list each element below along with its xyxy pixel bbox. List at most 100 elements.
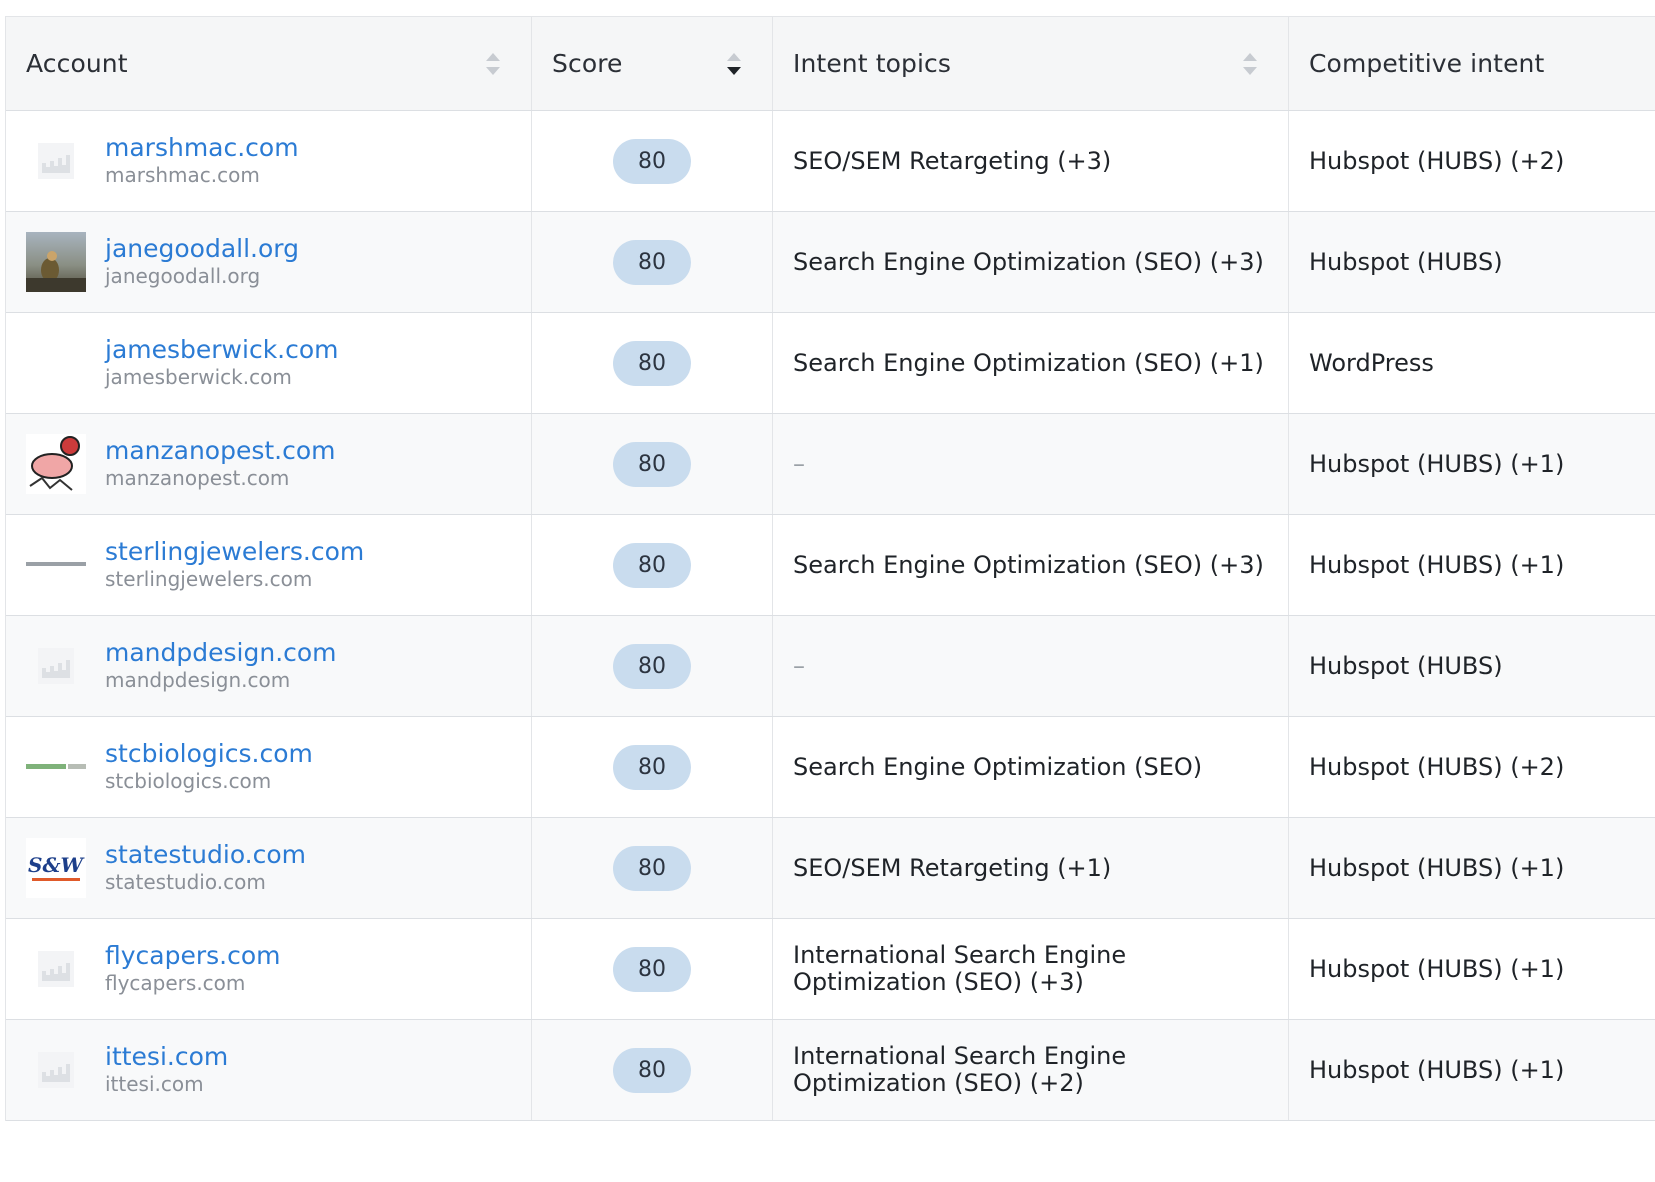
account-domain-link[interactable]: mandpdesign.com [105, 638, 337, 668]
table-row[interactable]: marshmac.com marshmac.com 80 SEO/SEM Ret… [6, 111, 1655, 212]
intent-topics-text: Search Engine Optimization (SEO) [793, 752, 1203, 781]
table-row[interactable]: flycapers.com flycapers.com 80 Internati… [6, 919, 1655, 1020]
account-domain-subtext: mandpdesign.com [105, 668, 291, 692]
account-cell: sterlingjewelers.com sterlingjewelers.co… [6, 515, 532, 615]
column-header-score-label: Score [552, 49, 623, 78]
column-header-competitive-intent[interactable]: Competitive intent [1289, 17, 1655, 110]
competitive-intent-text: Hubspot (HUBS) (+1) [1309, 550, 1565, 579]
table-row[interactable]: stcbiologics.com stcbiologics.com 80 Sea… [6, 717, 1655, 818]
score-badge: 80 [613, 138, 691, 184]
competitive-intent-cell: WordPress [1289, 313, 1655, 413]
table-row[interactable]: mandpdesign.com mandpdesign.com 80 – Hub… [6, 616, 1655, 717]
competitive-intent-cell: Hubspot (HUBS) (+2) [1289, 111, 1655, 211]
table-row[interactable]: S&W statestudio.com statestudio.com 80 S… [6, 818, 1655, 919]
table-row[interactable]: manzanopest.com manzanopest.com 80 – Hub… [6, 414, 1655, 515]
svg-text:S&W: S&W [28, 853, 86, 877]
intent-topics-cell: Search Engine Optimization (SEO) [773, 717, 1289, 817]
column-header-competitive-intent-label: Competitive intent [1309, 49, 1545, 78]
table-row[interactable]: ittesi.com ittesi.com 80 International S… [6, 1020, 1655, 1121]
account-cell: stcbiologics.com stcbiologics.com [6, 717, 532, 817]
score-cell: 80 [532, 212, 773, 312]
competitive-intent-text: Hubspot (HUBS) (+1) [1309, 954, 1565, 983]
company-logo [26, 939, 86, 999]
score-cell: 80 [532, 414, 773, 514]
intent-topics-text: International Search Engine Optimization… [793, 941, 1127, 996]
sort-descending-icon[interactable] [725, 51, 743, 77]
score-badge: 80 [613, 441, 691, 487]
table-header-row: Account Score Intent topics Competitive … [6, 17, 1655, 111]
column-header-account-label: Account [26, 49, 128, 78]
account-domain-link[interactable]: sterlingjewelers.com [105, 537, 364, 567]
intent-topics-text: – [793, 449, 805, 478]
factory-placeholder-icon [38, 1052, 74, 1088]
score-badge: 80 [613, 340, 691, 386]
account-domain-subtext: jamesberwick.com [105, 365, 292, 389]
competitive-intent-cell: Hubspot (HUBS) (+2) [1289, 717, 1655, 817]
score-cell: 80 [532, 313, 773, 413]
competitive-intent-text: Hubspot (HUBS) (+1) [1309, 853, 1565, 882]
score-badge: 80 [613, 542, 691, 588]
factory-placeholder-icon [38, 143, 74, 179]
company-logo [26, 333, 86, 393]
account-text: marshmac.com marshmac.com [105, 133, 299, 187]
account-domain-subtext: ittesi.com [105, 1072, 204, 1096]
factory-placeholder-icon [38, 648, 74, 684]
account-cell: S&W statestudio.com statestudio.com [6, 818, 532, 918]
competitive-intent-cell: Hubspot (HUBS) (+1) [1289, 414, 1655, 514]
column-header-intent-topics-label: Intent topics [793, 49, 951, 78]
score-badge: 80 [613, 845, 691, 891]
table-row[interactable]: sterlingjewelers.com sterlingjewelers.co… [6, 515, 1655, 616]
factory-placeholder-icon [38, 951, 74, 987]
company-logo [26, 737, 86, 797]
table-row[interactable]: janegoodall.org janegoodall.org 80 Searc… [6, 212, 1655, 313]
account-text: janegoodall.org janegoodall.org [105, 234, 299, 288]
column-header-intent-topics[interactable]: Intent topics [773, 17, 1289, 110]
account-domain-link[interactable]: manzanopest.com [105, 436, 336, 466]
competitive-intent-text: Hubspot (HUBS) (+1) [1309, 449, 1565, 478]
company-logo [26, 535, 86, 595]
account-domain-link[interactable]: ittesi.com [105, 1042, 228, 1072]
intent-topics-text: – [793, 651, 805, 680]
score-cell: 80 [532, 818, 773, 918]
intent-topics-cell: SEO/SEM Retargeting (+3) [773, 111, 1289, 211]
account-domain-link[interactable]: marshmac.com [105, 133, 299, 163]
competitive-intent-cell: Hubspot (HUBS) (+1) [1289, 515, 1655, 615]
company-logo [26, 636, 86, 696]
competitive-intent-text: Hubspot (HUBS) [1309, 651, 1503, 680]
intent-topics-text: Search Engine Optimization (SEO) (+3) [793, 247, 1264, 276]
account-text: statestudio.com statestudio.com [105, 840, 306, 894]
table-row[interactable]: jamesberwick.com jamesberwick.com 80 Sea… [6, 313, 1655, 414]
sort-neutral-icon[interactable] [1241, 51, 1259, 77]
account-domain-link[interactable]: janegoodall.org [105, 234, 299, 264]
account-cell: janegoodall.org janegoodall.org [6, 212, 532, 312]
account-cell: jamesberwick.com jamesberwick.com [6, 313, 532, 413]
account-domain-link[interactable]: flycapers.com [105, 941, 281, 971]
account-text: sterlingjewelers.com sterlingjewelers.co… [105, 537, 364, 591]
score-badge: 80 [613, 643, 691, 689]
account-domain-link[interactable]: stcbiologics.com [105, 739, 313, 769]
intent-topics-cell: Search Engine Optimization (SEO) (+3) [773, 515, 1289, 615]
account-domain-link[interactable]: statestudio.com [105, 840, 306, 870]
wordmark-logo [26, 562, 86, 566]
green-wordmark-logo [26, 764, 86, 769]
intent-topics-cell: International Search Engine Optimization… [773, 919, 1289, 1019]
intent-topics-text: SEO/SEM Retargeting (+1) [793, 853, 1112, 882]
account-domain-subtext: stcbiologics.com [105, 769, 272, 793]
score-cell: 80 [532, 1020, 773, 1120]
account-cell: manzanopest.com manzanopest.com [6, 414, 532, 514]
account-domain-subtext: janegoodall.org [105, 264, 261, 288]
intent-topics-cell: – [773, 616, 1289, 716]
column-header-score[interactable]: Score [532, 17, 773, 110]
account-text: ittesi.com ittesi.com [105, 1042, 228, 1096]
intent-topics-cell: International Search Engine Optimization… [773, 1020, 1289, 1120]
intent-topics-cell: – [773, 414, 1289, 514]
competitive-intent-cell: Hubspot (HUBS) [1289, 212, 1655, 312]
account-domain-link[interactable]: jamesberwick.com [105, 335, 339, 365]
column-header-account[interactable]: Account [6, 17, 532, 110]
account-domain-subtext: manzanopest.com [105, 466, 290, 490]
intent-topics-text: International Search Engine Optimization… [793, 1042, 1127, 1097]
account-text: flycapers.com flycapers.com [105, 941, 281, 995]
intent-topics-cell: Search Engine Optimization (SEO) (+1) [773, 313, 1289, 413]
sort-neutral-icon[interactable] [484, 51, 502, 77]
competitive-intent-cell: Hubspot (HUBS) [1289, 616, 1655, 716]
